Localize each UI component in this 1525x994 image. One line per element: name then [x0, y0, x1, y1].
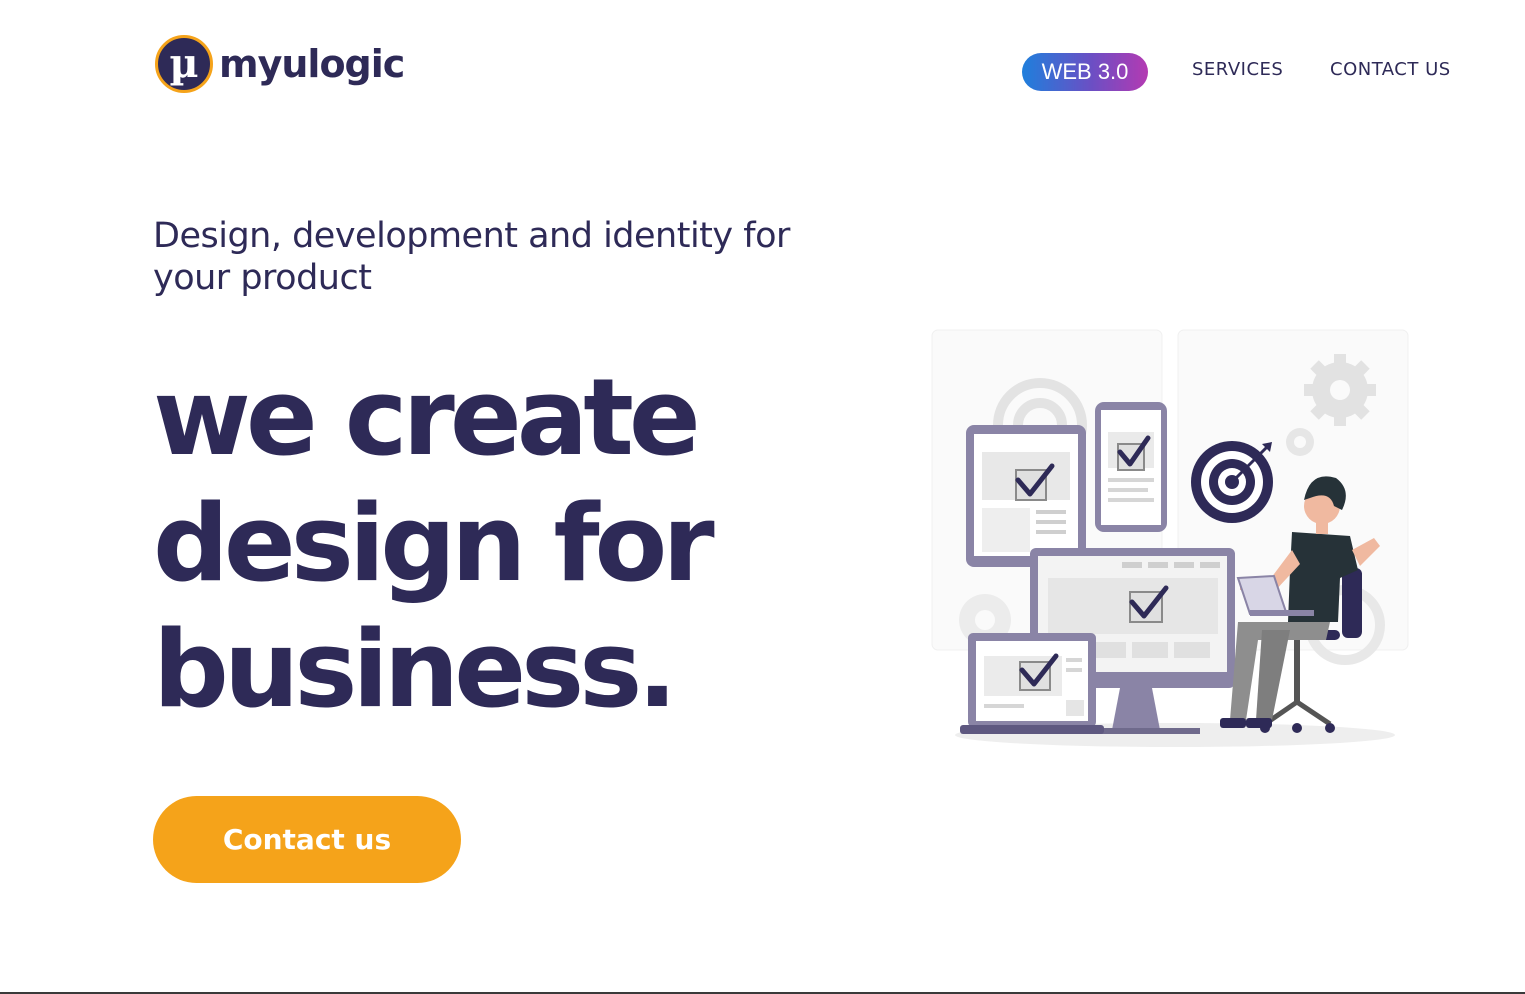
target-icon — [1191, 441, 1273, 523]
tablet-icon — [966, 425, 1086, 567]
hero-subtitle: Design, development and identity for you… — [153, 216, 790, 298]
nav-link-services[interactable]: SERVICES — [1192, 59, 1283, 80]
designer-at-desk-illustration — [931, 329, 1409, 747]
contact-us-button[interactable]: Contact us — [153, 796, 461, 883]
phone-icon — [1095, 402, 1167, 532]
gear-icon — [1304, 354, 1376, 426]
headline-line: we create — [153, 356, 701, 479]
top-nav: WEB 3.0 SERVICES CONTACT US — [0, 50, 1525, 91]
hero-headline: we create design for business. — [153, 355, 873, 733]
web3-badge-button[interactable]: WEB 3.0 — [1022, 53, 1148, 91]
headline-line: business. — [153, 608, 678, 731]
nav-link-contact-us[interactable]: CONTACT US — [1330, 59, 1451, 80]
laptop-icon — [960, 633, 1104, 734]
headline-line: design for — [153, 482, 715, 605]
gear-icon — [1286, 428, 1314, 456]
